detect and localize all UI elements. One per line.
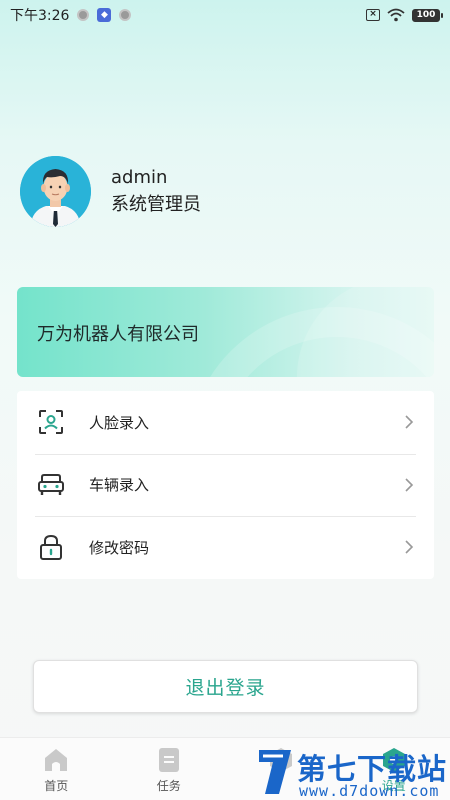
app-notification-icon: ◆ — [97, 8, 112, 22]
company-name: 万为机器人有限公司 — [37, 324, 199, 345]
status-bar: 下午3:26 ◆ × 100 — [0, 0, 450, 30]
lock-icon — [37, 533, 65, 561]
status-time: 下午3:26 — [10, 8, 70, 24]
nav-label: 首页 — [44, 779, 69, 793]
battery-icon: 100 — [412, 8, 443, 22]
watermark: 第七下载站 www.d7down.com — [255, 744, 450, 800]
menu-item-change-password[interactable]: 修改密码 — [17, 516, 434, 579]
notification-dot-icon — [77, 9, 90, 21]
user-avatar-icon — [20, 155, 91, 227]
logout-button[interactable]: 退出登录 — [33, 660, 418, 713]
face-scan-icon — [37, 408, 65, 436]
status-right: × 100 — [366, 8, 443, 22]
profile-text: admin 系统管理员 — [111, 167, 201, 216]
nav-item-home[interactable]: 首页 — [0, 738, 113, 800]
watermark-url: www.d7down.com — [299, 782, 440, 800]
profile-role: 系统管理员 — [111, 193, 201, 215]
car-icon — [37, 471, 65, 499]
menu-item-face-entry[interactable]: 人脸录入 — [17, 391, 434, 454]
avatar[interactable] — [20, 155, 91, 227]
menu-item-vehicle-entry[interactable]: 车辆录入 — [17, 453, 434, 517]
company-card: 万为机器人有限公司 — [17, 287, 434, 377]
chevron-right-icon — [405, 540, 414, 554]
user-profile[interactable]: admin 系统管理员 — [20, 155, 430, 227]
chevron-right-icon — [405, 415, 414, 429]
menu-item-label: 修改密码 — [89, 538, 150, 557]
home-icon — [45, 749, 68, 771]
no-sim-icon: × — [366, 9, 380, 21]
settings-menu: 人脸录入 车辆录入 修改密码 — [17, 391, 434, 579]
menu-item-label: 人脸录入 — [89, 413, 150, 432]
notification-dot-icon — [119, 9, 132, 21]
watermark-logo-icon — [259, 750, 291, 794]
wifi-icon — [387, 8, 405, 22]
menu-item-label: 车辆录入 — [89, 476, 150, 495]
status-left: 下午3:26 ◆ — [10, 5, 132, 25]
chevron-right-icon — [405, 478, 414, 492]
nav-item-task[interactable]: 任务 — [113, 738, 226, 800]
profile-username: admin — [111, 166, 168, 188]
task-icon — [158, 748, 179, 772]
nav-label: 任务 — [156, 779, 181, 793]
